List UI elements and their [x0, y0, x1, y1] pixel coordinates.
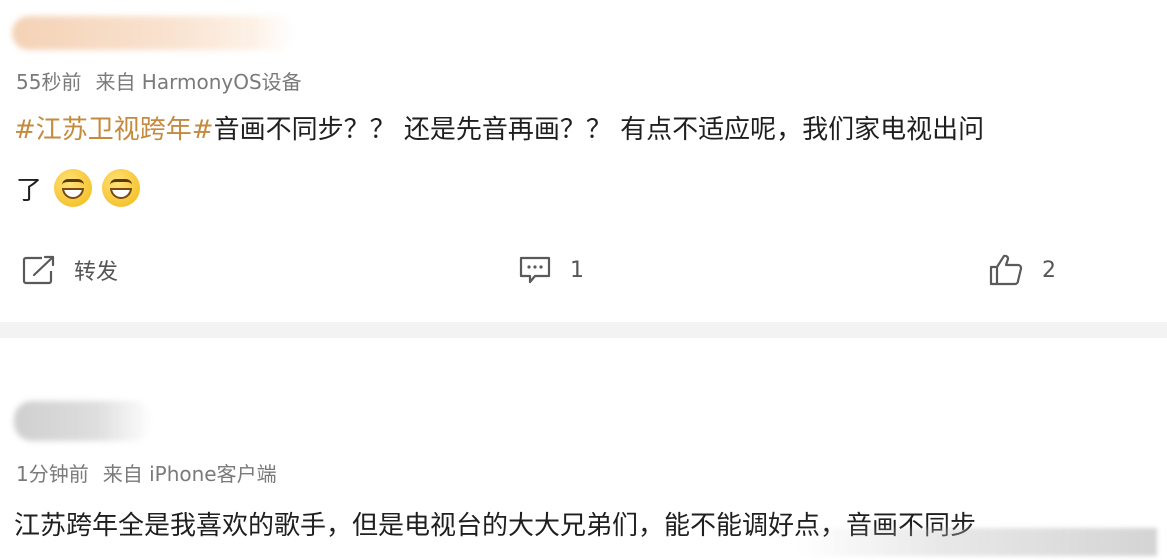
post-meta: 55秒前 来自 HarmonyOS设备 [16, 66, 302, 95]
grin-emoji-icon [102, 169, 141, 207]
comment-icon [518, 255, 552, 285]
comment-button[interactable]: 1 [518, 246, 584, 294]
post-card: 1分钟前 来自 iPhone客户端 江苏跨年全是我喜欢的歌手，但是电视台的大大兄弟… [0, 338, 1167, 560]
hashtag-link[interactable]: #江苏卫视跨年# [14, 115, 214, 145]
watermark [797, 528, 1157, 556]
post-content-line2: 了 [16, 164, 141, 212]
like-button[interactable]: 2 [988, 246, 1056, 294]
post-source: 来自 iPhone客户端 [102, 462, 277, 486]
post-time: 1分钟前 [16, 462, 89, 486]
repost-button[interactable]: 转发 [22, 246, 118, 294]
grin-emoji-icon [54, 169, 93, 207]
post-content: #江苏卫视跨年#音画不同步？？ 还是先音再画？？ 有点不适应呢，我们家电视出问 [14, 100, 1167, 160]
blurred-username[interactable] [12, 16, 294, 50]
post-source: 来自 HarmonyOS设备 [95, 70, 302, 94]
post-separator [0, 322, 1167, 338]
post-card: 55秒前 来自 HarmonyOS设备 #江苏卫视跨年#音画不同步？？ 还是先音再… [0, 0, 1167, 322]
like-count: 2 [1042, 257, 1056, 283]
thumbs-up-icon [988, 253, 1024, 287]
repost-icon [22, 255, 56, 285]
post-text: 音画不同步？？ 还是先音再画？？ 有点不适应呢，我们家电视出问 [213, 115, 985, 145]
post-meta: 1分钟前 来自 iPhone客户端 [16, 458, 277, 487]
blurred-username[interactable] [14, 401, 152, 441]
repost-label: 转发 [74, 260, 119, 285]
post-text-continued: 了 [16, 175, 43, 206]
comment-count: 1 [570, 257, 584, 283]
post-actions: 转发 1 2 [0, 246, 1167, 294]
post-time: 55秒前 [16, 70, 82, 94]
